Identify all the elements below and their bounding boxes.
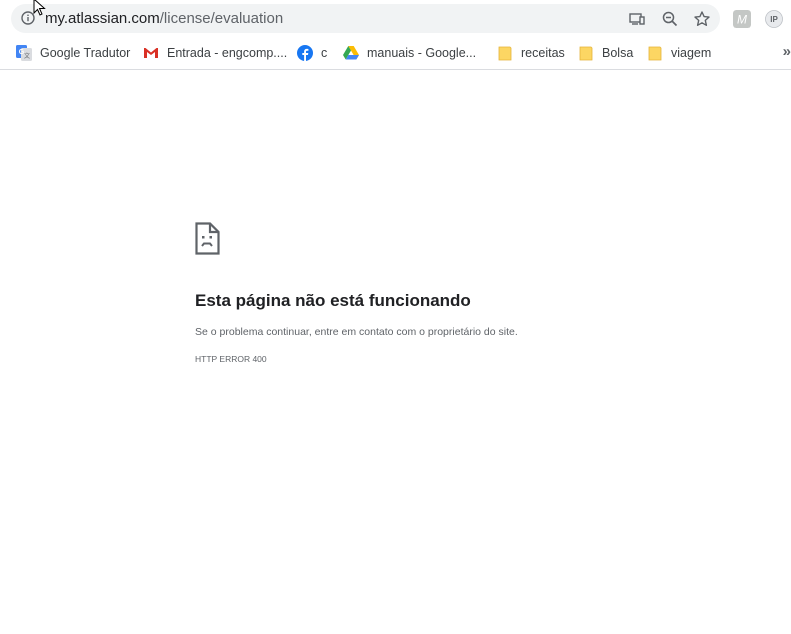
error-description: Se o problema continuar, entre em contat… — [195, 326, 518, 338]
bookmark-google-tradutor[interactable]: G 文 Google Tradutor — [16, 43, 130, 63]
bookmarks-bar: G 文 Google Tradutor Entrada - engcomp...… — [0, 37, 791, 70]
bookmark-label: Bolsa — [602, 46, 634, 60]
url-path: /license/evaluation — [159, 10, 284, 27]
svg-text:文: 文 — [24, 52, 30, 60]
url-text[interactable]: my.atlassian.com/license/evaluation — [45, 10, 283, 28]
bookmark-label: receitas — [521, 46, 565, 60]
gmail-icon — [144, 48, 158, 58]
broken-page-icon — [195, 222, 220, 255]
folder-icon — [648, 46, 662, 61]
url-host: my.atlassian.com — [45, 10, 160, 27]
bookmark-label: manuais - Google... — [367, 46, 477, 60]
bookmark-folder-receitas[interactable]: receitas — [497, 43, 565, 63]
bookmark-facebook[interactable]: c — [297, 43, 327, 63]
ip-extension-label: IP — [770, 15, 778, 24]
folder-icon — [579, 46, 593, 61]
bookmark-folder-viagem[interactable]: viagem — [647, 43, 711, 63]
bookmark-entrada-gmail[interactable]: Entrada - engcomp.... — [143, 43, 287, 63]
folder-icon — [498, 46, 512, 61]
m-extension-label: M — [737, 13, 747, 27]
error-code: HTTP ERROR 400 — [195, 354, 267, 364]
google-translate-icon: G 文 — [16, 45, 32, 61]
bookmark-label: c — [321, 46, 328, 60]
cast-icon[interactable] — [628, 10, 646, 28]
mouse-cursor-icon — [33, 0, 46, 16]
toolbar: my.atlassian.com/license/evaluation M IP — [0, 0, 791, 37]
bookmark-label: Google Tradutor — [40, 46, 131, 60]
google-drive-icon — [343, 46, 359, 60]
bookmark-star-icon[interactable] — [693, 10, 711, 28]
facebook-icon — [297, 45, 313, 61]
m-extension-icon[interactable]: M — [733, 10, 751, 28]
zoom-out-icon[interactable] — [661, 10, 679, 28]
bookmark-label: viagem — [671, 46, 712, 60]
error-title: Esta página não está funcionando — [195, 291, 471, 310]
address-bar[interactable]: my.atlassian.com/license/evaluation — [11, 4, 720, 33]
bookmark-label: Entrada - engcomp.... — [167, 46, 288, 60]
bookmark-folder-bolsa[interactable]: Bolsa — [578, 43, 633, 63]
bookmark-manuais-drive[interactable]: manuais - Google... — [343, 43, 476, 63]
ip-extension-icon[interactable]: IP — [765, 10, 783, 28]
bookmarks-overflow-button[interactable]: » — [783, 43, 791, 60]
